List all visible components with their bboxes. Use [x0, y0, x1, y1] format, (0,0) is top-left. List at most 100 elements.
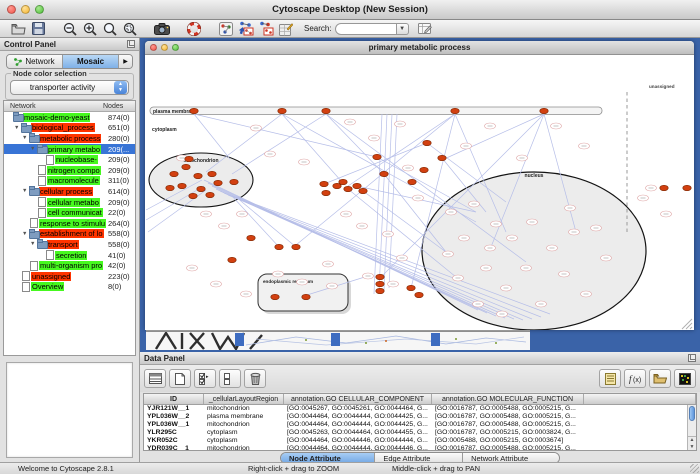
scrollbar-arrows[interactable]: ▲▼ — [688, 436, 696, 450]
network-node[interactable] — [230, 179, 238, 184]
tree-row[interactable]: nucleobase-209(0) — [4, 154, 135, 165]
tree-row[interactable]: multi-organism pro42(0) — [4, 260, 135, 271]
network-node[interactable] — [359, 188, 367, 193]
table-row[interactable]: YJR121W__1mitochondrion[GO:0045267, GO:0… — [144, 405, 696, 413]
table-row[interactable]: YDR039C__1mitochondrion[GO:0044464, GO:0… — [144, 445, 696, 451]
snapshot-camera-icon[interactable] — [152, 21, 172, 37]
new-document-icon[interactable] — [169, 369, 191, 388]
scrollbar-thumb[interactable] — [689, 406, 695, 421]
tab-network[interactable]: Network — [7, 55, 63, 68]
table-vertical-scrollbar[interactable]: ▲▼ — [687, 405, 696, 450]
tree-row[interactable]: macromolecule311(0) — [4, 176, 135, 187]
vizmapper-icon[interactable] — [276, 21, 296, 37]
network-node[interactable] — [408, 179, 416, 184]
table-row[interactable]: YPL036W__2plasma membrane[GO:0044464, GO… — [144, 413, 696, 421]
network-tree-header[interactable]: Network Nodes — [4, 101, 135, 112]
network-view-window[interactable]: primary metabolic process plasma membran… — [145, 41, 694, 330]
annotation-icon[interactable] — [216, 21, 236, 37]
save-icon[interactable] — [28, 21, 48, 37]
canvas-resize-grip[interactable] — [682, 319, 692, 329]
import-attributes-folder-icon[interactable] — [649, 369, 671, 388]
window-resize-grip[interactable] — [690, 464, 699, 473]
help-lifesaver-icon[interactable] — [184, 21, 204, 37]
zoom-fit-icon[interactable] — [120, 21, 140, 37]
expand-arrow-icon[interactable]: ▼ — [14, 125, 21, 131]
zoom-out-icon[interactable] — [60, 21, 80, 37]
network-node[interactable] — [278, 108, 286, 113]
network-node[interactable] — [344, 186, 352, 191]
tree-row[interactable]: nitrogen compo209(0) — [4, 165, 135, 176]
unselect-attributes-icon[interactable] — [219, 369, 241, 388]
tree-row[interactable]: unassigned223(0) — [4, 271, 135, 282]
expand-arrow-icon[interactable]: ▼ — [30, 146, 37, 152]
network-canvas-svg[interactable]: plasma membrane cytoplasm mitochondrion … — [146, 55, 693, 330]
table-row[interactable]: YPL036W__1mitochondrion[GO:0044464, GO:0… — [144, 421, 696, 429]
network-node[interactable] — [451, 108, 459, 113]
network-node[interactable] — [376, 281, 384, 286]
import-table-icon[interactable] — [256, 21, 276, 37]
network-node[interactable] — [194, 173, 202, 178]
network-node[interactable] — [339, 179, 347, 184]
tree-row[interactable]: cellular metabo209(0) — [4, 197, 135, 208]
table-icon[interactable] — [144, 369, 166, 388]
network-node[interactable] — [214, 180, 222, 185]
delete-attribute-trash-icon[interactable] — [244, 369, 266, 388]
network-node[interactable] — [170, 171, 178, 176]
network-node[interactable] — [178, 183, 186, 188]
table-row[interactable]: YKR052Ccytoplasm[GO:0044464, GO:0044446,… — [144, 437, 696, 445]
tree-row[interactable]: secretion41(0) — [4, 250, 135, 261]
network-node[interactable] — [271, 294, 279, 299]
tab-mosaic[interactable]: Mosaic — [63, 55, 119, 68]
notepad-icon[interactable] — [599, 369, 621, 388]
network-node[interactable] — [376, 288, 384, 293]
tree-row[interactable]: ▼transport558(0) — [4, 239, 135, 250]
node-color-dropdown[interactable]: transporter activity ▲▼ — [10, 80, 129, 95]
expand-arrow-icon[interactable]: ▼ — [30, 241, 37, 247]
tree-row[interactable]: cell communicat22(0) — [4, 207, 135, 218]
attribute-table-header[interactable]: ID _cellularLayoutRegion annotation.GO C… — [144, 394, 696, 405]
network-node[interactable] — [302, 294, 310, 299]
network-node[interactable] — [182, 164, 190, 169]
network-node[interactable] — [247, 235, 255, 240]
tab-overflow-arrow-icon[interactable]: ▶ — [119, 55, 132, 68]
function-builder-icon[interactable]: f(x) — [624, 369, 646, 388]
tree-row[interactable]: mosaic-demo-yeast874(0) — [4, 112, 135, 123]
float-data-panel-icon[interactable] — [688, 354, 696, 362]
network-node[interactable] — [373, 154, 381, 159]
network-node[interactable] — [292, 244, 300, 249]
expand-arrow-icon[interactable]: ▼ — [22, 188, 29, 194]
network-node[interactable] — [190, 108, 198, 113]
search-input[interactable] — [335, 23, 397, 35]
network-node[interactable] — [206, 192, 214, 197]
network-node[interactable] — [166, 185, 174, 190]
network-node[interactable] — [438, 155, 446, 160]
app-titlebar[interactable]: Cytoscape Desktop (New Session) — [0, 0, 700, 20]
network-window-titlebar[interactable]: primary metabolic process — [145, 41, 694, 55]
heatmap-icon[interactable] — [674, 369, 696, 388]
network-node[interactable] — [540, 108, 548, 113]
import-network-icon[interactable] — [236, 21, 256, 37]
select-attributes-icon[interactable]: ▸ — [194, 369, 216, 388]
tree-row[interactable]: ▼cellular process614(0) — [4, 186, 135, 197]
zoom-selected-icon[interactable] — [100, 21, 120, 37]
background-windows-strip[interactable] — [146, 330, 530, 350]
tree-row[interactable]: response to stimulu264(0) — [4, 218, 135, 229]
network-node[interactable] — [197, 186, 205, 191]
network-node[interactable] — [683, 185, 691, 190]
tree-row[interactable]: Overview8(0) — [4, 282, 135, 293]
tree-row[interactable]: ▼establishment of lo558(0) — [4, 229, 135, 240]
edit-search-index-icon[interactable] — [415, 21, 435, 37]
tree-row[interactable]: ▼primary metabo209(... — [4, 144, 135, 155]
network-node[interactable] — [420, 167, 428, 172]
search-dropdown-arrow-icon[interactable]: ▼ — [397, 23, 409, 35]
network-node[interactable] — [322, 190, 330, 195]
network-node[interactable] — [353, 183, 361, 188]
network-node[interactable] — [322, 108, 330, 113]
network-node[interactable] — [208, 171, 216, 176]
network-node[interactable] — [320, 181, 328, 186]
network-node[interactable] — [415, 292, 423, 297]
network-node[interactable] — [407, 285, 415, 290]
network-node[interactable] — [380, 171, 388, 176]
network-node[interactable] — [660, 185, 668, 190]
table-row[interactable]: YLR295Ccytoplasm[GO:0045263, GO:0044464,… — [144, 429, 696, 437]
